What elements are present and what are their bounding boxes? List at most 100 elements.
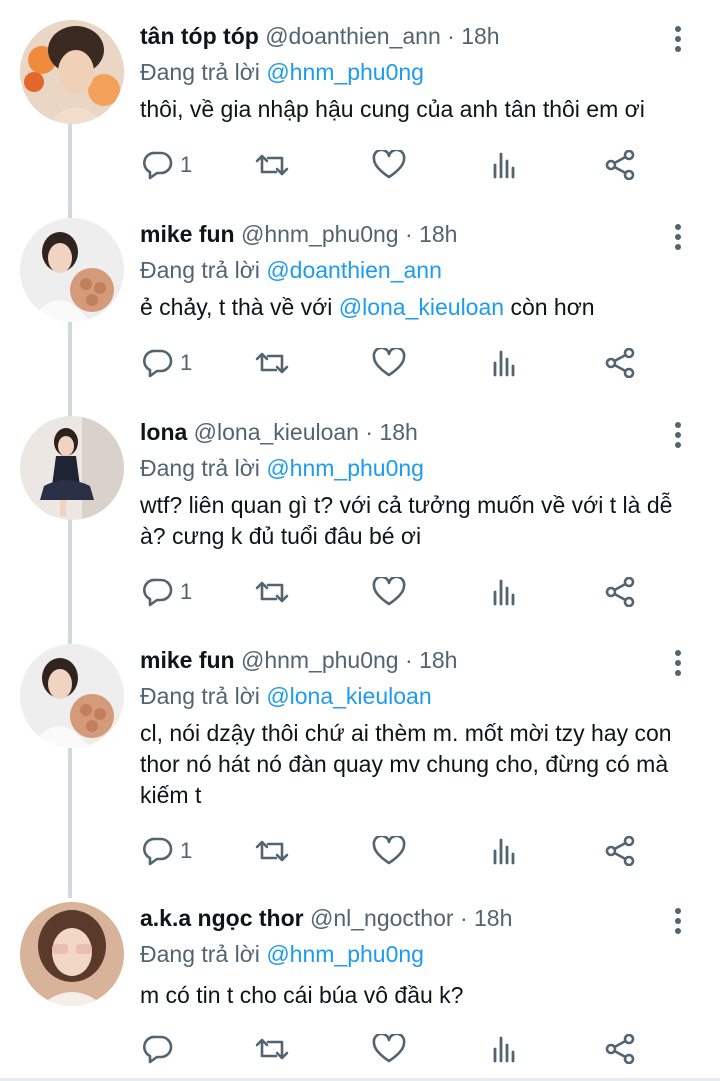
- more-vertical-icon: [675, 422, 681, 448]
- display-name[interactable]: lona: [140, 419, 187, 445]
- timestamp[interactable]: 18h: [379, 419, 417, 445]
- reply-button[interactable]: 1: [142, 343, 192, 383]
- reply-icon: [143, 1035, 173, 1064]
- timestamp[interactable]: 18h: [419, 647, 457, 673]
- separator: ·: [459, 905, 468, 931]
- display-name[interactable]: mike fun: [140, 221, 235, 247]
- reply-icon: [143, 151, 173, 180]
- share-button[interactable]: [604, 1029, 638, 1069]
- like-button[interactable]: [372, 343, 406, 383]
- retweet-button[interactable]: [254, 1029, 290, 1069]
- replying-to-mention[interactable]: @hnm_phu0ng: [266, 455, 424, 481]
- tweet-text-part: còn hơn: [504, 294, 595, 320]
- retweet-icon: [255, 840, 289, 862]
- reply-count: 1: [180, 838, 193, 863]
- share-button[interactable]: [604, 343, 638, 383]
- replying-to-mention[interactable]: @doanthien_ann: [266, 257, 442, 283]
- replying-to: Đang trả lời @doanthien_ann: [140, 254, 442, 286]
- avatar-photo: [20, 20, 124, 124]
- retweet-icon: [255, 581, 289, 603]
- display-name[interactable]: mike fun: [140, 647, 235, 673]
- like-button[interactable]: [372, 572, 406, 612]
- timestamp[interactable]: 18h: [461, 23, 499, 49]
- timestamp[interactable]: 18h: [419, 221, 457, 247]
- like-icon: [372, 1034, 406, 1063]
- replying-to: Đang trả lời @hnm_phu0ng: [140, 452, 424, 484]
- replying-to-label: Đang trả lời: [140, 941, 267, 967]
- retweet-button[interactable]: [254, 831, 290, 871]
- more-options-button[interactable]: [664, 24, 692, 54]
- tweet-text-part: cl, nói dzậy thôi chứ ai thèm m. mốt mời…: [140, 720, 672, 808]
- retweet-button[interactable]: [254, 343, 290, 383]
- replying-to: Đang trả lời @hnm_phu0ng: [140, 938, 424, 970]
- user-handle[interactable]: @doanthien_ann: [265, 23, 441, 49]
- separator: ·: [405, 221, 413, 247]
- like-button[interactable]: [372, 145, 406, 185]
- reply-button[interactable]: 1: [142, 572, 192, 612]
- reply-button[interactable]: 1: [142, 145, 192, 185]
- views-button[interactable]: [492, 343, 520, 383]
- replying-to-mention[interactable]: @hnm_phu0ng: [266, 59, 424, 85]
- tweet-mention[interactable]: @lona_kieuloan: [339, 294, 504, 320]
- more-options-button[interactable]: [664, 906, 692, 936]
- share-icon: [605, 577, 635, 607]
- like-button[interactable]: [372, 1029, 406, 1069]
- tweet-text: cl, nói dzậy thôi chứ ai thèm m. mốt mời…: [140, 718, 700, 811]
- reply-button[interactable]: [142, 1029, 180, 1069]
- replying-to-label: Đang trả lời: [140, 59, 267, 85]
- retweet-icon: [255, 352, 289, 374]
- tweet-text: ẻ chảy, t thà về với @lona_kieuloan còn …: [140, 292, 700, 323]
- avatar[interactable]: [20, 644, 124, 748]
- tweet-actions: [0, 1029, 720, 1069]
- tweet-actions: 1: [0, 572, 720, 612]
- user-handle[interactable]: @hnm_phu0ng: [241, 647, 399, 673]
- user-handle[interactable]: @nl_ngocthor: [310, 905, 454, 931]
- views-button[interactable]: [492, 572, 520, 612]
- more-options-button[interactable]: [664, 648, 692, 678]
- avatar[interactable]: [20, 902, 124, 1006]
- views-button[interactable]: [492, 831, 520, 871]
- reply-count: 1: [180, 152, 193, 177]
- reply-icon: [143, 349, 173, 378]
- replying-to: Đang trả lời @hnm_phu0ng: [140, 56, 424, 88]
- avatar[interactable]: [20, 20, 124, 124]
- views-icon: [493, 838, 515, 865]
- retweet-button[interactable]: [254, 145, 290, 185]
- tweet-text: wtf? liên quan gì t? với cả tưởng muốn v…: [140, 490, 700, 552]
- tweet-header: mike fun @hnm_phu0ng · 18h: [140, 218, 457, 250]
- retweet-icon: [255, 1038, 289, 1060]
- share-button[interactable]: [604, 572, 638, 612]
- display-name[interactable]: tân tóp tóp: [140, 23, 259, 49]
- timestamp[interactable]: 18h: [474, 905, 512, 931]
- share-button[interactable]: [604, 831, 638, 871]
- reply-count: 1: [180, 350, 193, 375]
- replying-to-label: Đang trả lời: [140, 455, 267, 481]
- replying-to: Đang trả lời @lona_kieuloan: [140, 680, 432, 712]
- more-options-button[interactable]: [664, 222, 692, 252]
- share-icon: [605, 150, 635, 180]
- avatar-photo: [20, 416, 124, 520]
- share-button[interactable]: [604, 145, 638, 185]
- replying-to-mention[interactable]: @lona_kieuloan: [266, 683, 431, 709]
- views-button[interactable]: [492, 1029, 520, 1069]
- tweet-actions: 1: [0, 343, 720, 383]
- more-options-button[interactable]: [664, 420, 692, 450]
- avatar[interactable]: [20, 416, 124, 520]
- tweet-text-part: thôi, về gia nhập hậu cung của anh tân t…: [140, 96, 645, 122]
- user-handle[interactable]: @hnm_phu0ng: [241, 221, 399, 247]
- like-icon: [372, 150, 406, 179]
- like-button[interactable]: [372, 831, 406, 871]
- user-handle[interactable]: @lona_kieuloan: [194, 419, 359, 445]
- retweet-button[interactable]: [254, 572, 290, 612]
- reply-button[interactable]: 1: [142, 831, 192, 871]
- avatar[interactable]: [20, 218, 124, 322]
- replying-to-mention[interactable]: @hnm_phu0ng: [266, 941, 424, 967]
- display-name[interactable]: a.k.a ngọc thor: [140, 905, 304, 931]
- more-vertical-icon: [675, 650, 681, 676]
- separator: ·: [365, 419, 374, 445]
- views-button[interactable]: [492, 145, 520, 185]
- like-icon: [372, 577, 406, 606]
- avatar-photo: [20, 218, 124, 322]
- views-icon: [493, 579, 515, 606]
- tweet-text-part: m có tin t cho cái búa vô đầu k?: [140, 982, 464, 1008]
